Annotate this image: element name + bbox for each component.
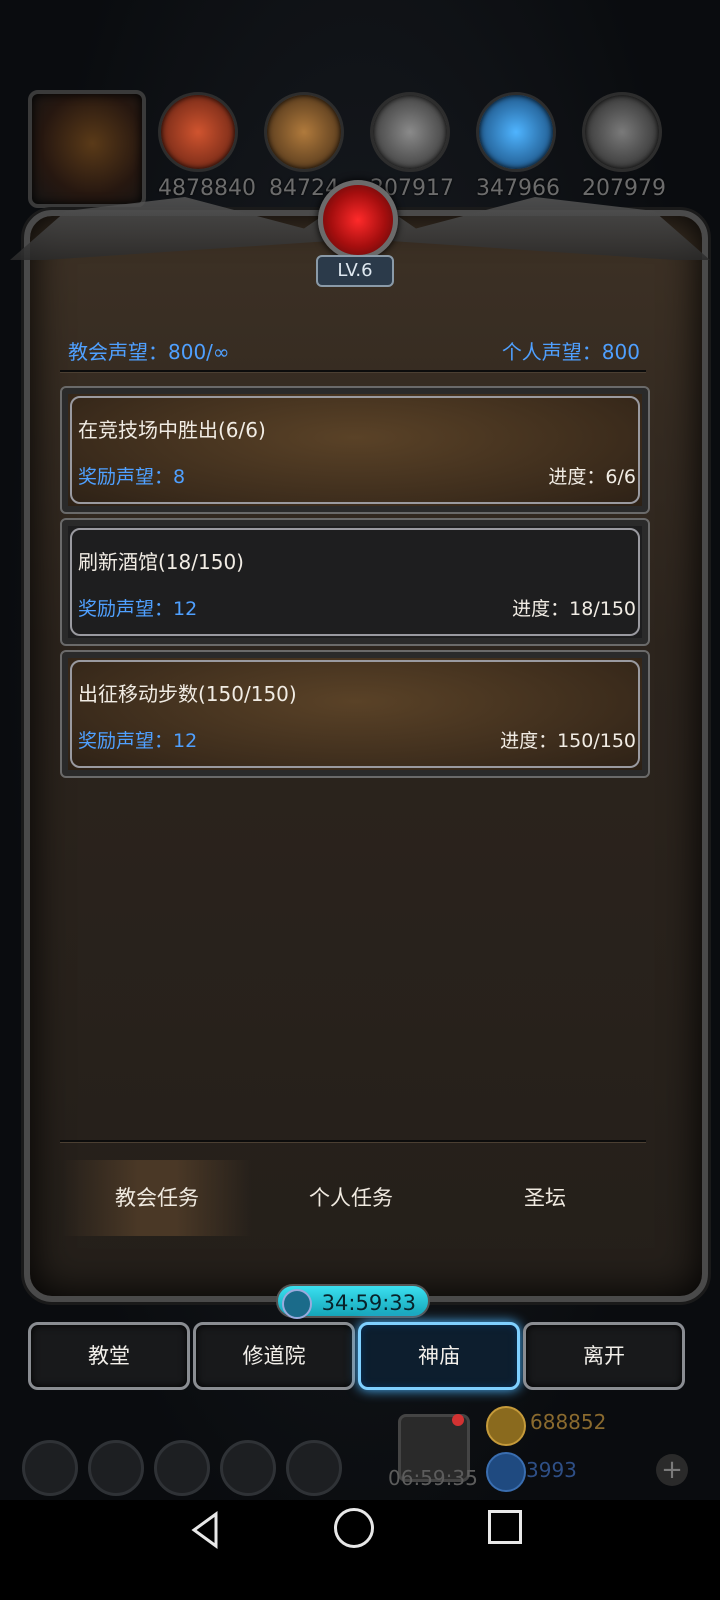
church-emblem-icon bbox=[318, 180, 398, 260]
wood-icon bbox=[264, 92, 344, 172]
resource-stone[interactable]: 207979 bbox=[582, 92, 666, 212]
task-reward: 奖励声望：8 bbox=[78, 466, 186, 488]
divider bbox=[60, 1140, 646, 1142]
reputation-row: 教会声望：800/∞ 个人声望：800 bbox=[68, 336, 640, 368]
task-card[interactable]: 在竞技场中胜出(6/6) 奖励声望：8 进度：6/6 bbox=[60, 386, 650, 514]
church-button[interactable]: 教堂 bbox=[28, 1322, 190, 1390]
task-card[interactable]: 出征移动步数(150/150) 奖励声望：12 进度：150/150 bbox=[60, 650, 650, 778]
task-progress: 进度：6/6 bbox=[548, 466, 636, 488]
task-progress: 进度：150/150 bbox=[500, 730, 636, 752]
clock-icon bbox=[282, 1289, 312, 1319]
gem-icon bbox=[486, 1452, 526, 1492]
church-reputation: 教会声望：800/∞ bbox=[68, 340, 230, 364]
notification-dot bbox=[452, 1414, 464, 1426]
resource-value: 347966 bbox=[476, 176, 560, 201]
task-title: 在竞技场中胜出(6/6) bbox=[78, 418, 266, 442]
task-progress: 进度：18/150 bbox=[512, 598, 636, 620]
resource-meat[interactable]: 4878840 bbox=[158, 92, 256, 212]
gift-timer: 06:59:35 bbox=[388, 1466, 478, 1490]
alliance-icon[interactable] bbox=[286, 1440, 342, 1496]
mail-icon[interactable] bbox=[220, 1440, 276, 1496]
home-icon[interactable] bbox=[334, 1508, 374, 1548]
task-title: 出征移动步数(150/150) bbox=[78, 682, 297, 706]
tab-personal-tasks[interactable]: 个人任务 bbox=[256, 1160, 446, 1236]
timer-value: 34:59:33 bbox=[321, 1291, 416, 1315]
leave-button[interactable]: 离开 bbox=[523, 1322, 685, 1390]
back-icon[interactable] bbox=[186, 1510, 226, 1550]
tab-church-tasks[interactable]: 教会任务 bbox=[62, 1160, 252, 1236]
settings-icon[interactable] bbox=[22, 1440, 78, 1496]
iron-icon bbox=[370, 92, 450, 172]
bag-icon[interactable] bbox=[154, 1440, 210, 1496]
recent-apps-icon[interactable] bbox=[488, 1510, 522, 1544]
task-title: 刷新酒馆(18/150) bbox=[78, 550, 244, 574]
task-reward: 奖励声望：12 bbox=[78, 598, 198, 620]
refresh-timer: 34:59:33 bbox=[276, 1284, 430, 1319]
gold-amount: 688852 bbox=[530, 1410, 607, 1434]
task-tab-strip: 教会任务 个人任务 圣坛 bbox=[62, 1160, 646, 1236]
personal-reputation: 个人声望：800 bbox=[501, 340, 640, 364]
monastery-button[interactable]: 修道院 bbox=[193, 1322, 355, 1390]
gem-amount: 3993 bbox=[526, 1458, 577, 1482]
task-reward: 奖励声望：12 bbox=[78, 730, 198, 752]
level-badge: LV.6 bbox=[316, 255, 394, 287]
resource-value: 207979 bbox=[582, 176, 666, 201]
stone-icon bbox=[582, 92, 662, 172]
task-card[interactable]: 刷新酒馆(18/150) 奖励声望：12 进度：18/150 bbox=[60, 518, 650, 646]
resource-value: 4878840 bbox=[158, 176, 256, 201]
crystal-icon bbox=[476, 92, 556, 172]
tab-altar[interactable]: 圣坛 bbox=[450, 1160, 640, 1236]
temple-button[interactable]: 神庙 bbox=[358, 1322, 520, 1390]
add-currency-button[interactable]: + bbox=[656, 1454, 688, 1486]
gold-coin-icon bbox=[486, 1406, 526, 1446]
divider bbox=[60, 370, 646, 372]
resource-crystal[interactable]: 347966 bbox=[476, 92, 560, 212]
meat-icon bbox=[158, 92, 238, 172]
hero-avatar[interactable] bbox=[28, 90, 146, 208]
hero-icon[interactable] bbox=[88, 1440, 144, 1496]
